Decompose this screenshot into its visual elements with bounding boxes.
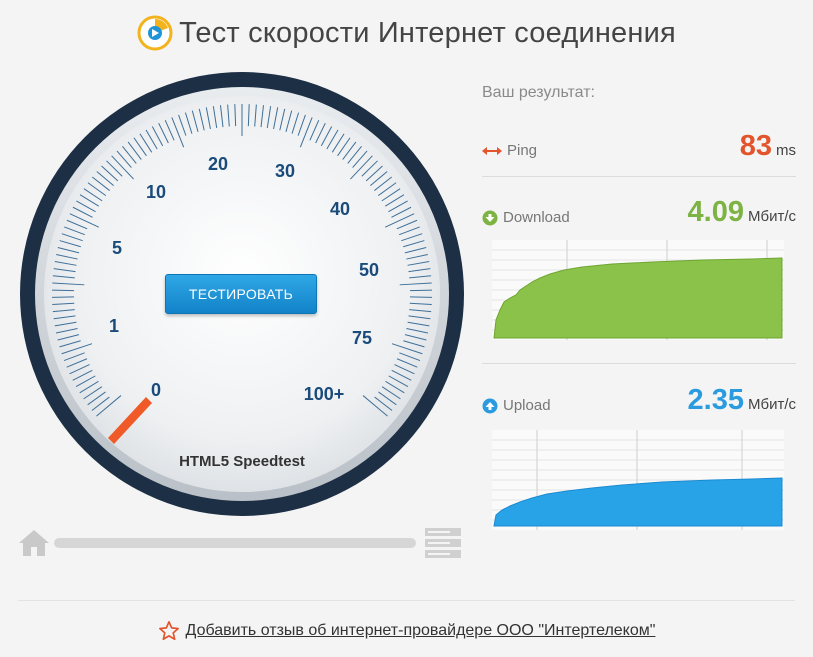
page-header: Тест скорости Интернет соединения — [0, 8, 813, 58]
footer-divider — [18, 600, 795, 601]
home-icon — [19, 530, 49, 556]
test-progress — [18, 526, 464, 560]
upload-label-text: Upload — [503, 397, 551, 414]
upload-graph — [492, 430, 784, 530]
arrows-horizontal-icon — [482, 146, 502, 155]
upload-chart — [492, 430, 784, 530]
gauge-brand: HTML5 Speedtest — [179, 453, 305, 470]
divider — [482, 176, 796, 177]
arrow-down-circle-icon — [482, 210, 498, 225]
gauge-label-1: 1 — [109, 316, 119, 336]
gauge-label-40: 40 — [330, 199, 350, 219]
download-number: 4.09 — [687, 196, 744, 228]
gauge-label-100: 100+ — [304, 384, 345, 404]
start-test-button[interactable]: ТЕСТИРОВАТЬ — [165, 274, 317, 314]
speedtest-logo-icon — [137, 15, 173, 51]
download-unit: Мбит/с — [747, 208, 796, 225]
results-title: Ваш результат: — [482, 84, 595, 101]
server-icon — [425, 528, 461, 558]
ping-value: 83 ms — [740, 130, 796, 163]
ping-label: Ping — [482, 142, 537, 159]
gauge-label-0: 0 — [151, 380, 161, 400]
upload-number: 2.35 — [687, 384, 744, 416]
download-label-text: Download — [503, 209, 570, 226]
add-review-link[interactable]: Добавить отзыв об интернет-провайдере ОО… — [186, 622, 656, 640]
download-chart — [492, 240, 784, 340]
arrow-up-circle-icon — [482, 398, 498, 413]
results-panel: Ваш результат: Ping 83 ms Download 4.09 … — [482, 84, 796, 530]
ping-number: 83 — [739, 130, 772, 162]
ping-row: Ping 83 ms — [482, 130, 796, 174]
upload-row: Upload 2.35 Мбит/с — [482, 384, 796, 424]
upload-label: Upload — [482, 397, 551, 414]
download-row: Download 4.09 Мбит/с — [482, 196, 796, 236]
page-title: Тест скорости Интернет соединения — [179, 16, 676, 49]
ping-label-text: Ping — [507, 142, 538, 159]
download-value: 4.09 Мбит/с — [688, 196, 796, 229]
speed-gauge: 0 1 5 10 20 30 40 50 75 100+ HTML5 Speed… — [18, 70, 466, 518]
gauge-label-10: 10 — [146, 182, 166, 202]
star-outline-icon — [158, 621, 179, 641]
progress-track — [54, 538, 416, 548]
download-graph — [492, 240, 784, 340]
footer: Добавить отзыв об интернет-провайдере ОО… — [0, 618, 813, 644]
divider — [482, 363, 796, 364]
gauge-label-30: 30 — [275, 161, 295, 181]
ping-unit: ms — [776, 142, 796, 159]
gauge-label-75: 75 — [352, 328, 372, 348]
gauge-label-50: 50 — [359, 260, 379, 280]
gauge-label-5: 5 — [112, 238, 122, 258]
upload-unit: Мбит/с — [747, 396, 796, 413]
upload-value: 2.35 Мбит/с — [688, 384, 796, 417]
gauge-label-20: 20 — [208, 154, 228, 174]
download-label: Download — [482, 209, 570, 226]
